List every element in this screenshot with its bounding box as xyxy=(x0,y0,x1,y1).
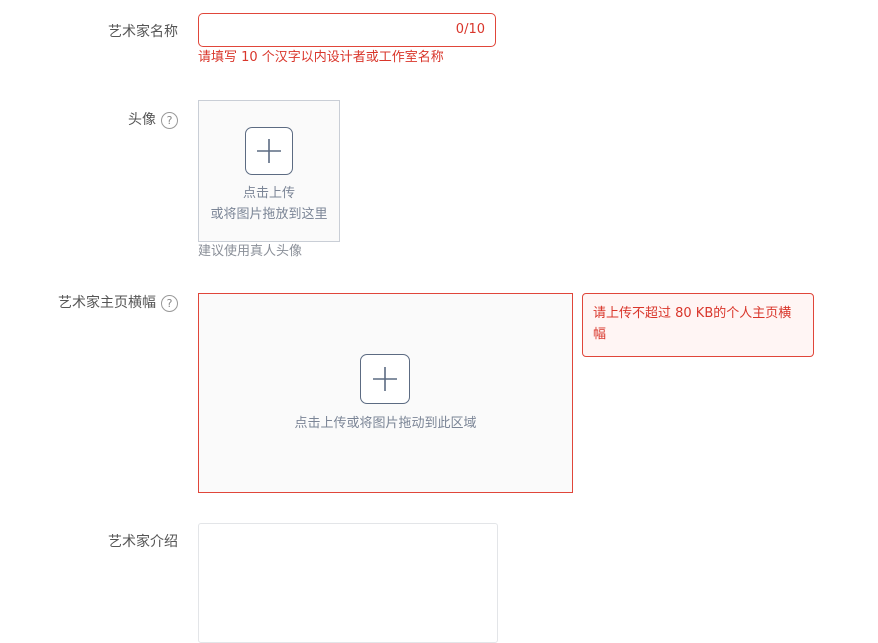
artist-name-input[interactable] xyxy=(209,14,443,48)
plus-icon xyxy=(245,127,293,175)
name-input-wrapper[interactable]: 0/10 xyxy=(198,13,496,48)
question-circle-icon[interactable]: ? xyxy=(161,294,178,312)
banner-error-tooltip: 请上传不超过 80 KB的个人主页横幅 xyxy=(582,293,814,357)
question-circle-icon[interactable]: ? xyxy=(161,111,178,129)
banner-upload-area[interactable]: 点击上传或将图片拖动到此区域 xyxy=(198,293,573,493)
name-label: 艺术家名称 xyxy=(108,24,178,40)
intro-label: 艺术家介绍 xyxy=(108,534,178,550)
avatar-upload-text-2: 或将图片拖放到这里 xyxy=(210,207,328,222)
plus-icon xyxy=(360,354,410,404)
avatar-hint: 建议使用真人头像 xyxy=(198,244,303,259)
character-counter: 0/10 xyxy=(455,22,485,37)
banner-upload-text: 点击上传或将图片拖动到此区域 xyxy=(294,416,477,431)
avatar-upload-text-1: 点击上传 xyxy=(242,186,295,201)
avatar-label: 头像 ? xyxy=(128,110,178,130)
avatar-upload-area[interactable]: 点击上传 或将图片拖放到这里 xyxy=(198,100,340,242)
banner-label: 艺术家主页横幅 ? xyxy=(58,293,178,313)
artist-intro-textarea[interactable] xyxy=(198,523,498,643)
name-error-message: 请填写 10 个汉字以内设计者或工作室名称 xyxy=(198,50,444,65)
